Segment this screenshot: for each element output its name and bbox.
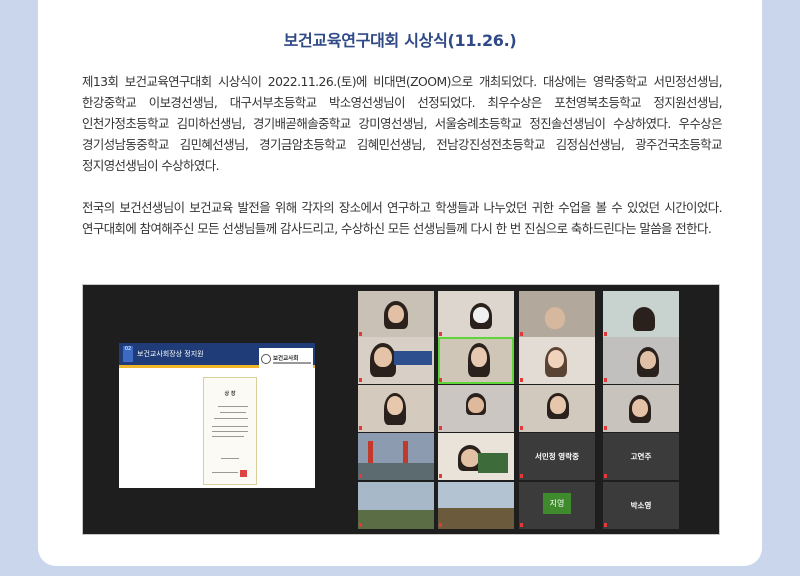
muted-mic-icon <box>439 426 442 430</box>
muted-mic-icon <box>439 332 442 336</box>
video-tile <box>438 482 514 529</box>
video-tile <box>358 385 434 432</box>
muted-mic-icon <box>520 474 523 478</box>
muted-mic-icon <box>604 378 607 382</box>
slide-logo: 보건교사회 <box>259 348 313 374</box>
body-paragraph-1: 제13회 보건교육연구대회 시상식이 2022.11.26.(토)에 비대면(Z… <box>82 74 723 173</box>
certificate-title: 상 장 <box>224 391 236 397</box>
video-tile <box>438 433 514 480</box>
zoom-meeting-screenshot: 02 보건교사회장상 정지원 보건교사회 상 장 서민정 영락중 고연주 지영 … <box>82 284 720 535</box>
video-tile: 지영 <box>519 482 595 529</box>
certificate-image: 상 장 <box>203 377 257 485</box>
video-tile <box>519 385 595 432</box>
slide-badge: 02 <box>123 346 133 362</box>
video-tile: 서민정 영락중 <box>519 433 595 480</box>
video-tile: 고연주 <box>603 433 679 480</box>
cert-line <box>212 426 248 427</box>
video-tile <box>603 291 679 338</box>
video-tile: 박소영 <box>603 482 679 529</box>
body-paragraph-2: 전국의 보건선생님이 보건교육 발전을 위해 각자의 장소에서 연구하고 학생들… <box>82 200 723 236</box>
muted-mic-icon <box>520 426 523 430</box>
video-tile <box>603 337 679 384</box>
logo-emblem <box>261 354 271 364</box>
participant-name: 서민정 영락중 <box>534 452 579 461</box>
muted-mic-icon <box>604 332 607 336</box>
muted-mic-icon <box>520 378 523 382</box>
cert-line <box>212 436 244 437</box>
muted-mic-icon <box>359 523 362 527</box>
shared-screen: 02 보건교사회장상 정지원 보건교사회 상 장 <box>119 343 315 488</box>
page-title: 보건교육연구대회 시상식(11.26.) <box>283 31 517 50</box>
slide-title: 보건교사회장상 정지원 <box>137 350 204 358</box>
cert-line <box>221 458 239 459</box>
video-tile <box>358 337 434 384</box>
muted-mic-icon <box>520 332 523 336</box>
video-tile <box>358 482 434 529</box>
muted-mic-icon <box>604 474 607 478</box>
muted-mic-icon <box>359 426 362 430</box>
video-tile <box>519 291 595 338</box>
participant-name: 지영 <box>543 493 571 514</box>
cert-line <box>220 412 246 413</box>
muted-mic-icon <box>359 378 362 382</box>
muted-mic-icon <box>439 474 442 478</box>
muted-mic-icon <box>520 523 523 527</box>
muted-mic-icon <box>439 523 442 527</box>
participant-name: 박소영 <box>630 501 652 510</box>
muted-mic-icon <box>604 426 607 430</box>
video-tile-active-speaker <box>438 337 514 384</box>
cert-line <box>212 431 248 432</box>
slide-logo-subtitle <box>273 362 311 364</box>
video-tile <box>358 291 434 338</box>
muted-mic-icon <box>604 523 607 527</box>
certificate-seal <box>240 470 247 477</box>
cert-line <box>218 406 248 407</box>
cert-line <box>214 418 248 419</box>
muted-mic-icon <box>359 332 362 336</box>
video-tile <box>438 291 514 338</box>
video-tile <box>519 337 595 384</box>
video-tile <box>438 385 514 432</box>
video-tile <box>358 433 434 480</box>
muted-mic-icon <box>439 378 442 382</box>
slide-logo-text: 보건교사회 <box>273 356 299 362</box>
participant-name: 고연주 <box>630 452 652 461</box>
muted-mic-icon <box>359 474 362 478</box>
cert-line <box>212 472 238 473</box>
video-tile <box>603 385 679 432</box>
